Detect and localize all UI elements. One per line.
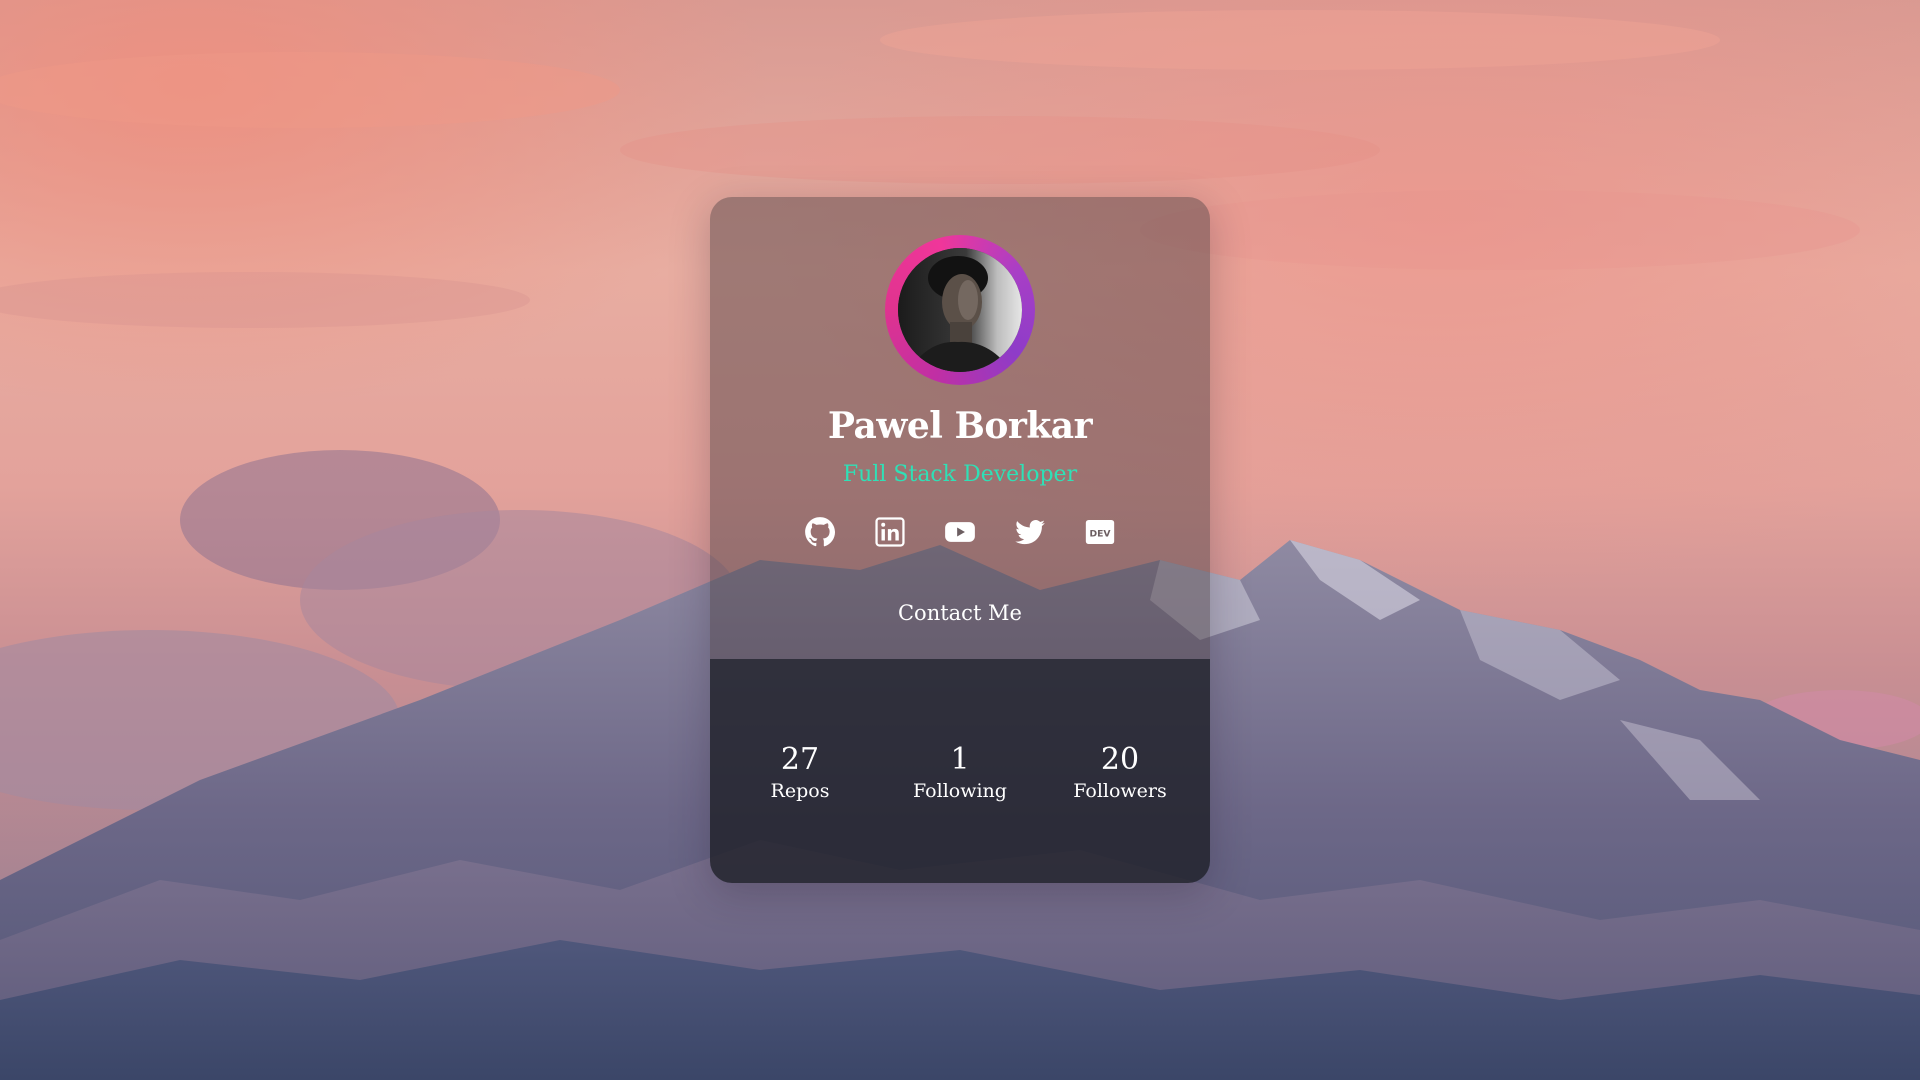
avatar: [885, 235, 1035, 385]
twitter-icon: [1015, 519, 1045, 545]
stat-value: 1: [950, 742, 970, 777]
social-links: DEV: [710, 515, 1210, 549]
dev-badge-text: DEV: [1089, 528, 1111, 539]
stat-followers: 20 Followers: [1040, 742, 1200, 804]
stat-following: 1 Following: [880, 742, 1040, 804]
stat-label: Followers: [1073, 780, 1167, 802]
youtube-icon: [945, 522, 975, 542]
profile-name: Pawel Borkar: [827, 405, 1093, 447]
linkedin-icon: [875, 517, 905, 547]
dev-link[interactable]: DEV: [1083, 515, 1117, 549]
stat-value: 20: [1100, 742, 1140, 777]
twitter-link[interactable]: [1013, 515, 1047, 549]
stat-label: Following: [913, 780, 1007, 802]
profile-role: Full Stack Developer: [842, 462, 1078, 487]
stat-repos: 27 Repos: [720, 742, 880, 804]
github-link[interactable]: [803, 515, 837, 549]
linkedin-link[interactable]: [873, 515, 907, 549]
contact-me-button[interactable]: Contact Me: [860, 595, 1060, 631]
github-icon: [805, 517, 836, 547]
stat-value: 27: [780, 742, 820, 777]
profile-card: Pawel Borkar Full Stack Developer DEV Co…: [710, 197, 1210, 883]
stat-label: Repos: [770, 780, 830, 802]
youtube-link[interactable]: [943, 515, 977, 549]
avatar-photo: [898, 248, 1022, 372]
dev-icon: DEV: [1085, 519, 1115, 545]
